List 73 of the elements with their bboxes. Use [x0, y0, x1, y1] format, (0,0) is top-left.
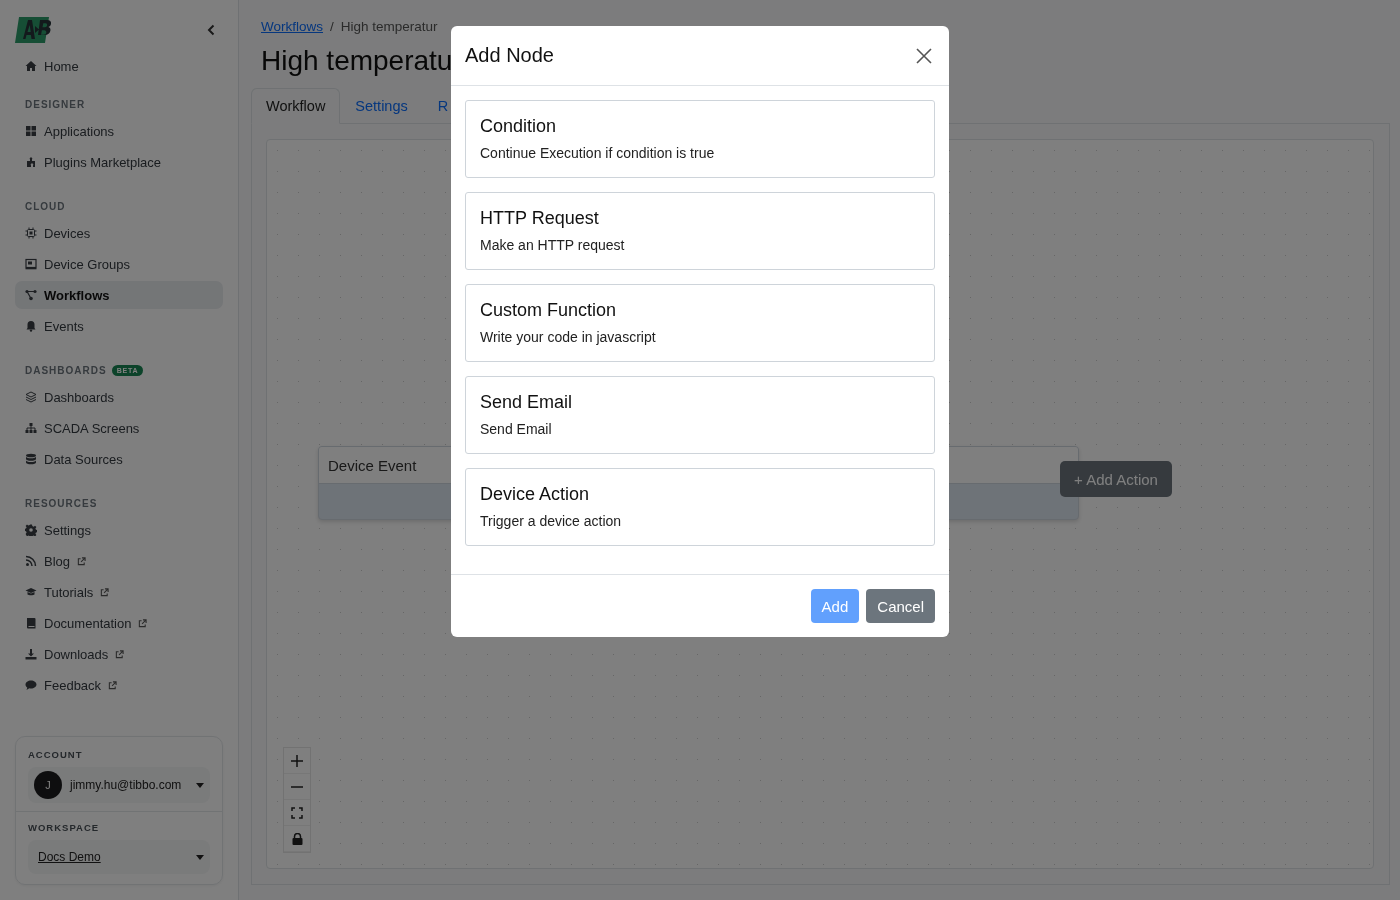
- account-selector[interactable]: J jimmy.hu@tibbo.com: [28, 767, 210, 803]
- book-icon: [25, 617, 37, 629]
- sidebar-item[interactable]: SCADA Screens: [15, 414, 223, 442]
- section-heading: DESIGNER: [25, 99, 86, 110]
- option-title: Device Action: [480, 484, 591, 505]
- tab[interactable]: Settings: [340, 88, 423, 124]
- sidebar-item[interactable]: Devices: [15, 219, 223, 247]
- database-icon: [25, 453, 37, 465]
- node-type-option[interactable]: Custom Function Write your code in javascript: [465, 284, 935, 362]
- breadcrumb-current: High temperatur: [340, 18, 438, 34]
- node-type-option[interactable]: HTTP Request Make an HTTP request: [465, 192, 935, 270]
- section-heading: CLOUD: [25, 201, 66, 212]
- sidebar-item[interactable]: Home: [15, 52, 223, 80]
- sidebar-item[interactable]: Plugins Marketplace: [15, 148, 223, 176]
- breadcrumb-separator: /: [330, 18, 334, 34]
- close-icon: [916, 47, 932, 64]
- cancel-button[interactable]: Cancel: [866, 589, 935, 623]
- sidebar-item[interactable]: Applications: [15, 117, 223, 145]
- tab[interactable]: Workflow: [251, 88, 341, 124]
- home-icon: [25, 60, 37, 72]
- gear-icon: [25, 524, 37, 536]
- node-type-option[interactable]: Send Email Send Email: [465, 376, 935, 454]
- user-avatar: J: [34, 771, 62, 799]
- caret-icon: [196, 782, 204, 788]
- sidebar-item[interactable]: Downloads: [15, 640, 223, 668]
- graduation-cap-icon: [25, 586, 37, 598]
- caret-icon: [196, 854, 204, 860]
- plus-icon: [291, 754, 303, 767]
- node-type-option[interactable]: Condition Continue Execution if condition is true: [465, 100, 935, 178]
- monitor-icon: [25, 258, 37, 270]
- expand-icon: [291, 806, 303, 819]
- option-description: Continue Execution if condition is true: [480, 145, 716, 161]
- chip-icon: [25, 227, 37, 239]
- sidebar-item[interactable]: Settings: [15, 516, 223, 544]
- option-title: HTTP Request: [480, 208, 600, 229]
- minus-icon: [291, 785, 303, 788]
- option-title: Custom Function: [480, 300, 618, 321]
- node-type-option[interactable]: Device Action Trigger a device action: [465, 468, 935, 546]
- option-description: Send Email: [480, 421, 553, 437]
- sidebar-item[interactable]: Blog: [15, 547, 223, 575]
- sidebar-item[interactable]: Data Sources: [15, 445, 223, 473]
- breadcrumb-link[interactable]: Workflows: [261, 18, 323, 34]
- option-description: Write your code in javascript: [480, 329, 657, 345]
- page-title: High temperatu: [261, 45, 453, 77]
- option-description: Trigger a device action: [480, 513, 623, 529]
- download-icon: [25, 648, 37, 660]
- add-action-button[interactable]: + Add Action: [1060, 461, 1172, 497]
- bell-icon: [25, 320, 37, 332]
- option-title: Condition: [480, 116, 558, 137]
- section-heading: RESOURCES: [25, 498, 98, 509]
- chevron-left-icon[interactable]: [207, 24, 215, 36]
- rss-icon: [25, 555, 37, 567]
- workspace-heading: WORKSPACE: [28, 822, 101, 833]
- nodes-icon: [25, 289, 37, 301]
- lock-icon: [291, 832, 303, 845]
- account-heading: ACCOUNT: [28, 749, 84, 760]
- section-heading: DASHBOARDS: [25, 365, 107, 376]
- sitemap-icon: [25, 422, 37, 434]
- sidebar-item[interactable]: Feedback: [15, 671, 223, 699]
- workspace-selector[interactable]: Docs Demo: [28, 840, 210, 874]
- puzzle-icon: [25, 156, 37, 168]
- sidebar-item[interactable]: Tutorials: [15, 578, 223, 606]
- chat-icon: [25, 679, 37, 691]
- option-title: Send Email: [480, 392, 574, 413]
- sidebar-item[interactable]: Documentation: [15, 609, 223, 637]
- layers-icon: [25, 391, 37, 403]
- grid-icon: [25, 125, 37, 137]
- sidebar-item[interactable]: Device Groups: [15, 250, 223, 278]
- option-description: Make an HTTP request: [480, 237, 626, 253]
- dialog-title: Add Node: [465, 44, 554, 67]
- sidebar-item[interactable]: Dashboards: [15, 383, 223, 411]
- sidebar-item[interactable]: Events: [15, 312, 223, 340]
- sidebar-item[interactable]: Workflows: [15, 281, 223, 309]
